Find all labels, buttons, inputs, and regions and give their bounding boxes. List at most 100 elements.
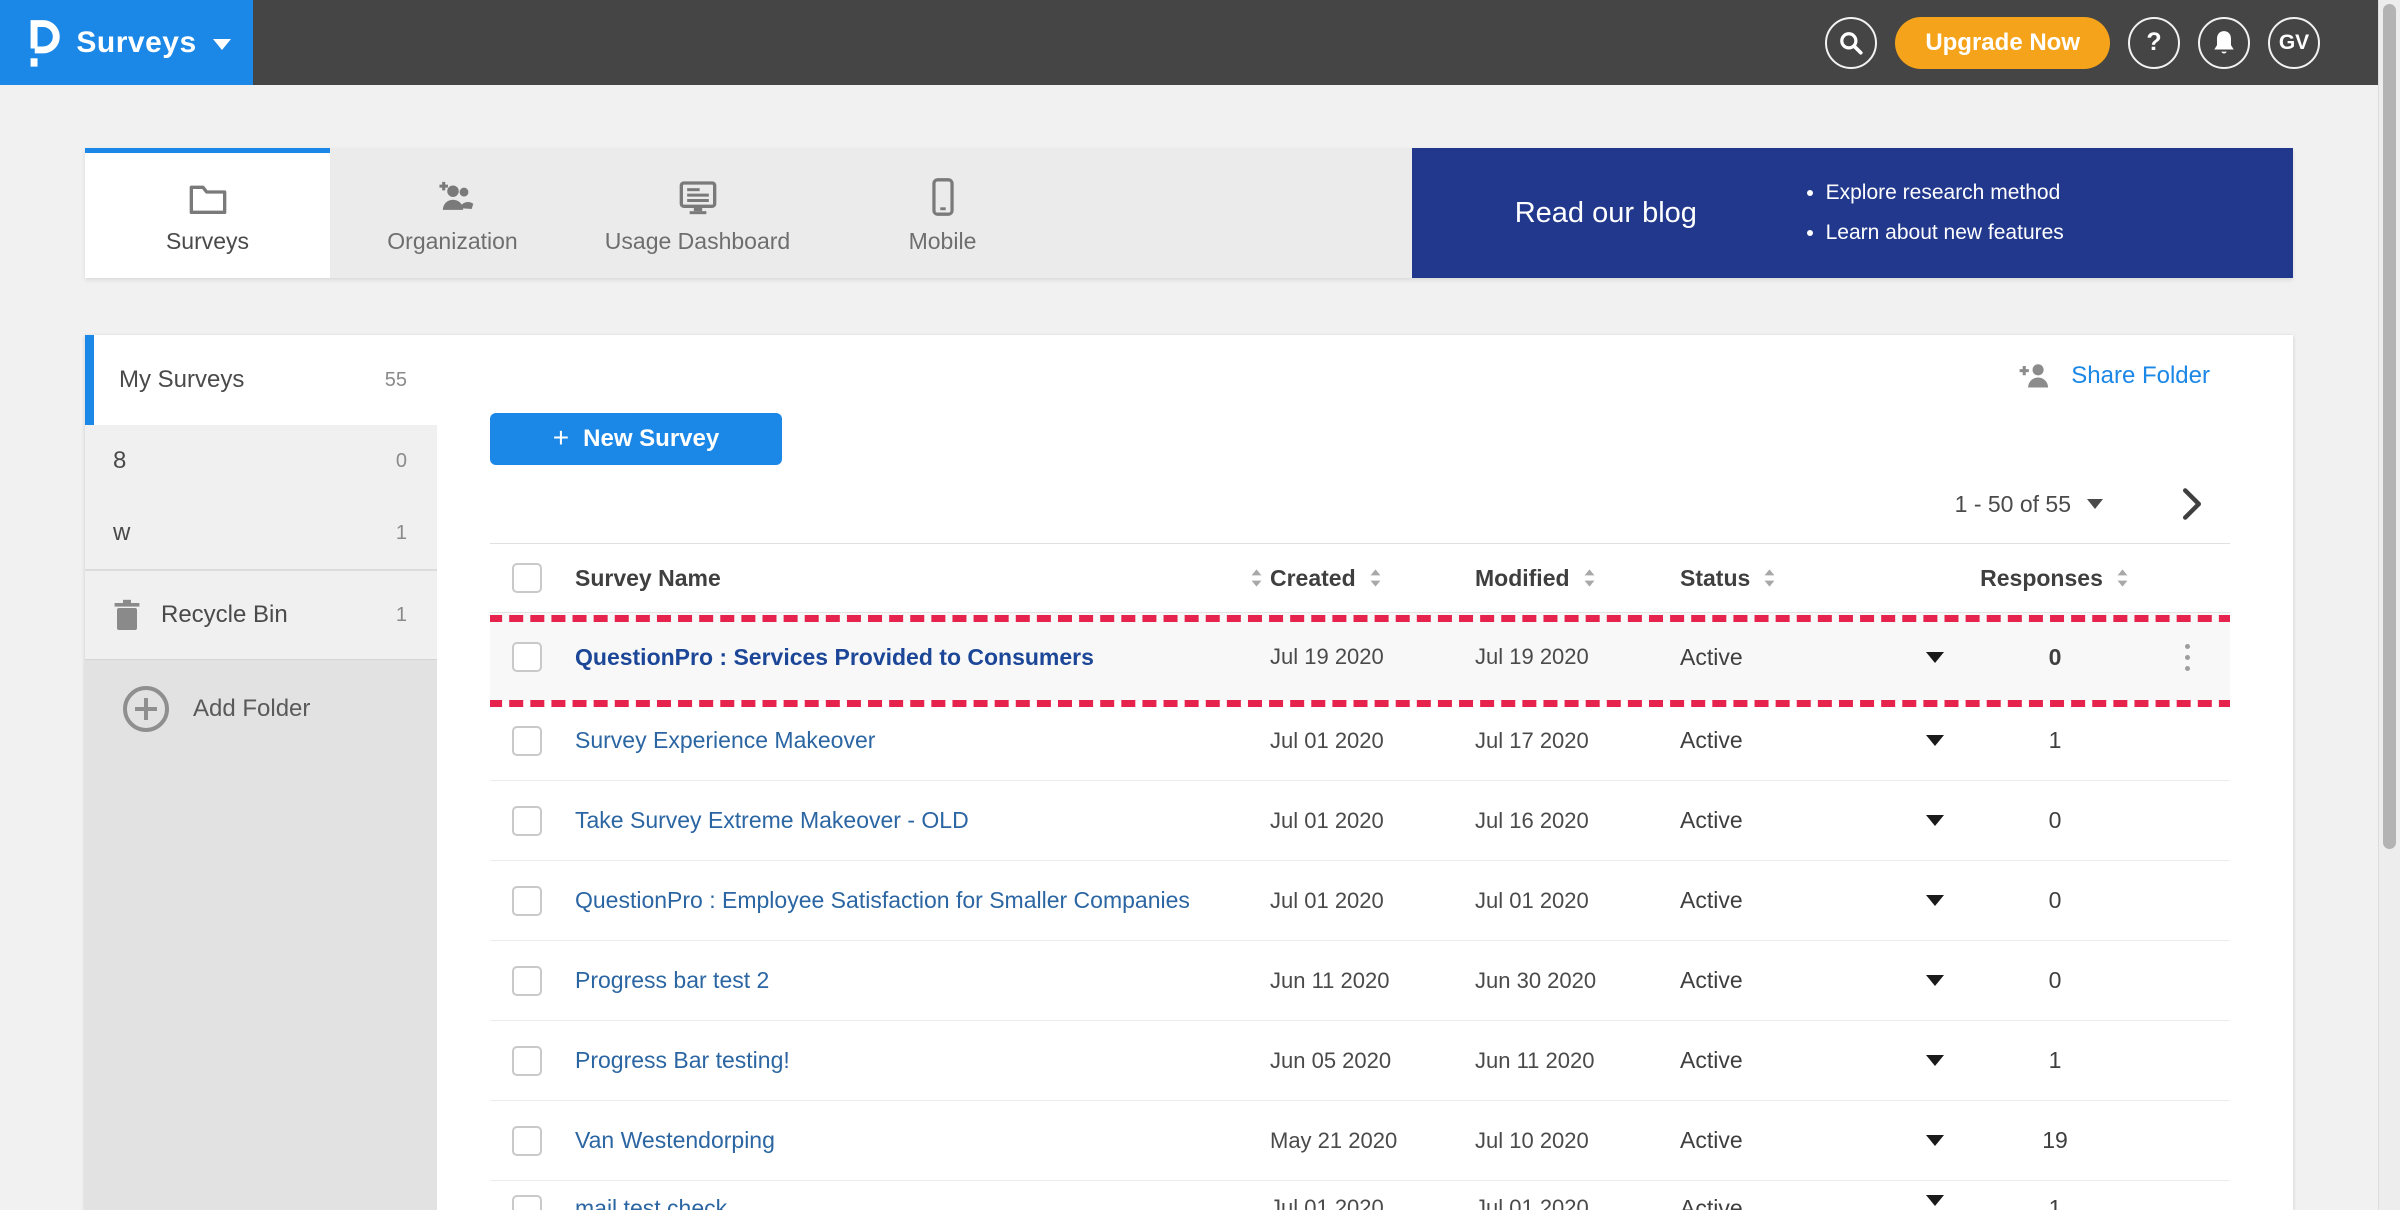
header-checkbox-cell bbox=[490, 563, 575, 593]
status-value[interactable]: Active bbox=[1680, 727, 1905, 754]
help-button[interactable]: ? bbox=[2128, 17, 2180, 69]
status-value[interactable]: Active bbox=[1680, 644, 1905, 671]
survey-name-link[interactable]: Survey Experience Makeover bbox=[575, 727, 1270, 754]
add-folder-button[interactable]: Add Folder bbox=[85, 660, 437, 732]
created-cell: Jul 01 2020 bbox=[1270, 888, 1475, 914]
row-checkbox[interactable] bbox=[512, 642, 542, 672]
surveys-dashboard: Surveys Upgrade Now ? GV Surveys bbox=[0, 0, 2400, 1210]
top-bar: Surveys Upgrade Now ? GV bbox=[0, 0, 2400, 85]
add-folder-label: Add Folder bbox=[193, 695, 310, 723]
main-card: My Surveys 55 8 0 w 1 Recycle Bin 1 Add … bbox=[85, 335, 2293, 1210]
created-cell: Jun 11 2020 bbox=[1270, 968, 1475, 994]
status-value[interactable]: Active bbox=[1680, 887, 1905, 914]
sort-icon[interactable] bbox=[1249, 567, 1264, 589]
tab-strip: Surveys Organization Usage Dashboard Mob… bbox=[85, 148, 2293, 278]
notifications-button[interactable] bbox=[2198, 17, 2250, 69]
chevron-down-icon[interactable] bbox=[1926, 975, 1944, 986]
modified-cell: Jul 01 2020 bbox=[1475, 1195, 1680, 1210]
chevron-down-icon[interactable] bbox=[1926, 895, 1944, 906]
header-label: Survey Name bbox=[575, 565, 721, 592]
avatar[interactable]: GV bbox=[2268, 17, 2320, 69]
header-responses[interactable]: Responses bbox=[1965, 565, 2145, 592]
tab-surveys[interactable]: Surveys bbox=[85, 148, 330, 278]
survey-name-link[interactable]: Progress bar test 2 bbox=[575, 967, 1270, 994]
status-value[interactable]: Active bbox=[1680, 1127, 1905, 1154]
blog-title[interactable]: Read our blog bbox=[1412, 197, 1800, 230]
chevron-down-icon[interactable] bbox=[1926, 815, 1944, 826]
tab-usage-dashboard[interactable]: Usage Dashboard bbox=[575, 148, 820, 278]
survey-name-link[interactable]: Take Survey Extreme Makeover - OLD bbox=[575, 807, 1270, 834]
table-header-row: Survey Name Created Modified Status bbox=[490, 544, 2230, 613]
chevron-down-icon[interactable] bbox=[1926, 735, 1944, 746]
row-checkbox[interactable] bbox=[512, 806, 542, 836]
row-checkbox[interactable] bbox=[512, 1126, 542, 1156]
status-value[interactable]: Active bbox=[1680, 807, 1905, 834]
status-value[interactable]: Active bbox=[1680, 1195, 1905, 1210]
kebab-menu-icon[interactable] bbox=[2181, 640, 2194, 675]
mobile-icon bbox=[932, 178, 954, 216]
share-folder-link[interactable]: Share Folder bbox=[2015, 360, 2210, 392]
created-cell: Jul 01 2020 bbox=[1270, 728, 1475, 754]
sidebar-item-recycle-bin[interactable]: Recycle Bin 1 bbox=[85, 571, 437, 659]
table-row: QuestionPro : Employee Satisfaction for … bbox=[490, 861, 2230, 941]
blog-banner[interactable]: Read our blog Explore research method Le… bbox=[1412, 148, 2293, 278]
chevron-down-icon bbox=[213, 39, 231, 50]
modified-cell: Jul 16 2020 bbox=[1475, 808, 1680, 834]
select-all-checkbox[interactable] bbox=[512, 563, 542, 593]
modified-cell: Jun 11 2020 bbox=[1475, 1048, 1680, 1074]
table-row: QuestionPro : Services Provided to Consu… bbox=[490, 613, 2230, 701]
chevron-down-icon[interactable] bbox=[1926, 1055, 1944, 1066]
pagination-range[interactable]: 1 - 50 of 55 bbox=[1955, 491, 2071, 518]
sidebar-item-folder-8[interactable]: 8 0 bbox=[85, 425, 437, 497]
tab-mobile[interactable]: Mobile bbox=[820, 148, 1065, 278]
upgrade-now-button[interactable]: Upgrade Now bbox=[1895, 17, 2110, 69]
survey-name-link[interactable]: mail test check bbox=[575, 1195, 1270, 1210]
chevron-down-icon[interactable] bbox=[1926, 1195, 1944, 1206]
row-checkbox[interactable] bbox=[512, 886, 542, 916]
product-switcher[interactable]: Surveys bbox=[0, 0, 253, 85]
page-scrollbar-track[interactable] bbox=[2378, 0, 2400, 1210]
sort-icon[interactable] bbox=[1368, 567, 1383, 589]
sidebar-item-folder-w[interactable]: w 1 bbox=[85, 497, 437, 569]
status-value[interactable]: Active bbox=[1680, 1047, 1905, 1074]
header-status[interactable]: Status bbox=[1680, 565, 1905, 592]
folder-label: w bbox=[113, 519, 130, 547]
row-checkbox[interactable] bbox=[512, 966, 542, 996]
responses-cell: 19 bbox=[1965, 1127, 2145, 1154]
responses-cell: 0 bbox=[1965, 807, 2145, 834]
page-scrollbar-thumb[interactable] bbox=[2383, 4, 2396, 849]
tab-organization[interactable]: Organization bbox=[330, 148, 575, 278]
next-page-button[interactable] bbox=[2181, 487, 2203, 521]
created-cell: Jul 01 2020 bbox=[1270, 808, 1475, 834]
survey-name-link[interactable]: Van Westendorping bbox=[575, 1127, 1270, 1154]
sort-icon[interactable] bbox=[1582, 567, 1597, 589]
modified-cell: Jul 17 2020 bbox=[1475, 728, 1680, 754]
search-button[interactable] bbox=[1825, 17, 1877, 69]
sidebar-item-my-surveys[interactable]: My Surveys 55 bbox=[85, 335, 437, 425]
row-checkbox[interactable] bbox=[512, 1046, 542, 1076]
modified-cell: Jul 10 2020 bbox=[1475, 1128, 1680, 1154]
sort-icon[interactable] bbox=[2115, 567, 2130, 589]
bell-icon bbox=[2211, 29, 2237, 57]
table-row: mail test check Jul 01 2020 Jul 01 2020 … bbox=[490, 1181, 2230, 1210]
modified-cell: Jul 19 2020 bbox=[1475, 644, 1680, 670]
responses-cell: 0 bbox=[1965, 644, 2145, 671]
plus-circle-icon bbox=[123, 686, 169, 732]
new-survey-button[interactable]: + New Survey bbox=[490, 413, 782, 465]
table-row: Survey Experience Makeover Jul 01 2020 J… bbox=[490, 701, 2230, 781]
row-checkbox[interactable] bbox=[512, 1195, 542, 1210]
header-label: Responses bbox=[1980, 565, 2103, 592]
survey-name-link[interactable]: QuestionPro : Employee Satisfaction for … bbox=[575, 887, 1270, 914]
row-checkbox[interactable] bbox=[512, 726, 542, 756]
chevron-down-icon[interactable] bbox=[1926, 652, 1944, 663]
header-created[interactable]: Created bbox=[1270, 565, 1475, 592]
survey-name-link[interactable]: QuestionPro : Services Provided to Consu… bbox=[575, 644, 1270, 671]
chevron-down-icon[interactable] bbox=[2087, 499, 2103, 509]
header-survey-name[interactable]: Survey Name bbox=[575, 565, 1270, 592]
header-modified[interactable]: Modified bbox=[1475, 565, 1680, 592]
status-value[interactable]: Active bbox=[1680, 967, 1905, 994]
sort-icon[interactable] bbox=[1762, 567, 1777, 589]
created-cell: May 21 2020 bbox=[1270, 1128, 1475, 1154]
chevron-down-icon[interactable] bbox=[1926, 1135, 1944, 1146]
survey-name-link[interactable]: Progress Bar testing! bbox=[575, 1047, 1270, 1074]
